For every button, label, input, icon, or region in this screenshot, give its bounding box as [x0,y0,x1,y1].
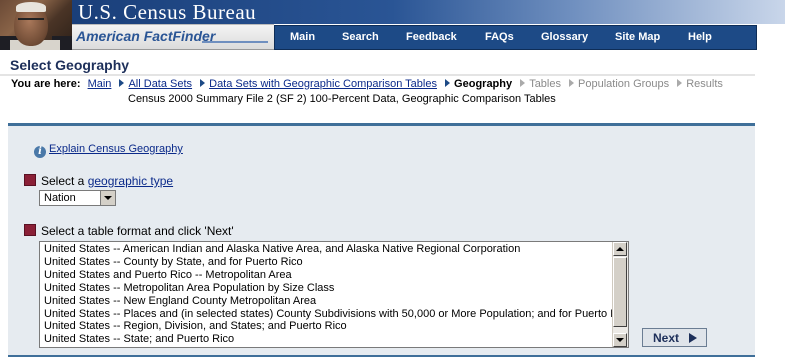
nav-help[interactable]: Help [688,31,712,43]
chevron-down-icon[interactable] [100,191,115,205]
scrollbar-thumb[interactable] [613,257,627,327]
breadcrumb-tables: Tables [529,78,561,90]
geographic-type-select[interactable]: Nation [39,190,116,206]
nav-glossary[interactable]: Glossary [541,31,588,43]
chevron-right-icon [677,79,683,87]
page-title: Select Geography [10,57,130,73]
scroll-down-icon[interactable] [613,333,627,347]
list-item[interactable]: United States -- State; and Puerto Rico [40,333,613,346]
nav-search[interactable]: Search [342,31,379,43]
list-item[interactable]: United States -- Region, Division, and S… [40,320,613,333]
breadcrumb-results: Results [686,78,723,90]
dataset-name: Census 2000 Summary File 2 (SF 2) 100-Pe… [128,93,556,105]
step1-instruction: Select a geographic type [41,174,173,188]
nav-faqs[interactable]: FAQs [485,31,514,43]
table-format-options: United States -- American Indian and Ala… [40,243,613,346]
site-header: U.S. Census Bureau American FactFinder M… [0,0,785,50]
list-item[interactable]: United States -- American Indian and Ala… [40,243,613,256]
title-divider [0,74,755,76]
list-item[interactable]: United States and Puerto Rico -- Metropo… [40,269,613,282]
breadcrumb-main[interactable]: Main [88,78,112,90]
logo-swoosh [202,41,268,43]
step1-bullet-icon [24,174,36,186]
list-item[interactable]: United States -- New England County Metr… [40,295,613,308]
breadcrumb-all-data-sets[interactable]: All Data Sets [128,78,192,90]
factfinder-logo-text: American FactFinder [76,28,216,44]
breadcrumb-population-groups: Population Groups [578,78,670,90]
listbox-scrollbar[interactable] [612,242,628,347]
scroll-up-icon[interactable] [613,242,627,256]
breadcrumb-label: You are here: [11,78,81,90]
breadcrumb: You are here: Main All Data Sets Data Se… [11,78,723,90]
header-photo [0,0,72,50]
list-item[interactable]: United States -- County by State, and fo… [40,256,613,269]
nav-site-map[interactable]: Site Map [615,31,660,43]
chevron-right-icon [119,79,125,87]
geographic-type-value: Nation [44,192,76,204]
geographic-type-link[interactable]: geographic type [88,174,173,188]
panel-bottom-rule [8,355,755,357]
chevron-right-icon [569,79,575,87]
chevron-right-icon [445,79,451,87]
chevron-right-icon [200,79,206,87]
step1-prefix: Select a [41,174,88,188]
table-format-listbox[interactable]: United States -- American Indian and Ala… [39,241,629,348]
bureau-banner: U.S. Census Bureau [72,0,785,24]
explain-geography-link[interactable]: Explain Census Geography [49,143,183,155]
explain-geography: i Explain Census Geography [34,143,183,158]
bureau-title: U.S. Census Bureau [78,0,257,24]
step2-bullet-icon [24,224,36,236]
step2-instruction: Select a table format and click 'Next' [41,224,234,238]
factfinder-logo[interactable]: American FactFinder [72,24,274,50]
info-icon: i [34,146,46,158]
arrow-right-icon [689,333,697,343]
nav-main[interactable]: Main [290,31,315,43]
breadcrumb-comparison-tables[interactable]: Data Sets with Geographic Comparison Tab… [209,78,437,90]
chevron-right-icon [520,79,526,87]
nav-feedback[interactable]: Feedback [406,31,457,43]
list-item[interactable]: United States -- Places and (in selected… [40,308,613,321]
next-button-label: Next [653,331,680,345]
main-nav: Main Search Feedback FAQs Glossary Site … [274,25,757,50]
breadcrumb-current: Geography [454,78,513,90]
next-button[interactable]: Next [642,328,707,347]
list-item[interactable]: United States -- Metropolitan Area Popul… [40,282,613,295]
